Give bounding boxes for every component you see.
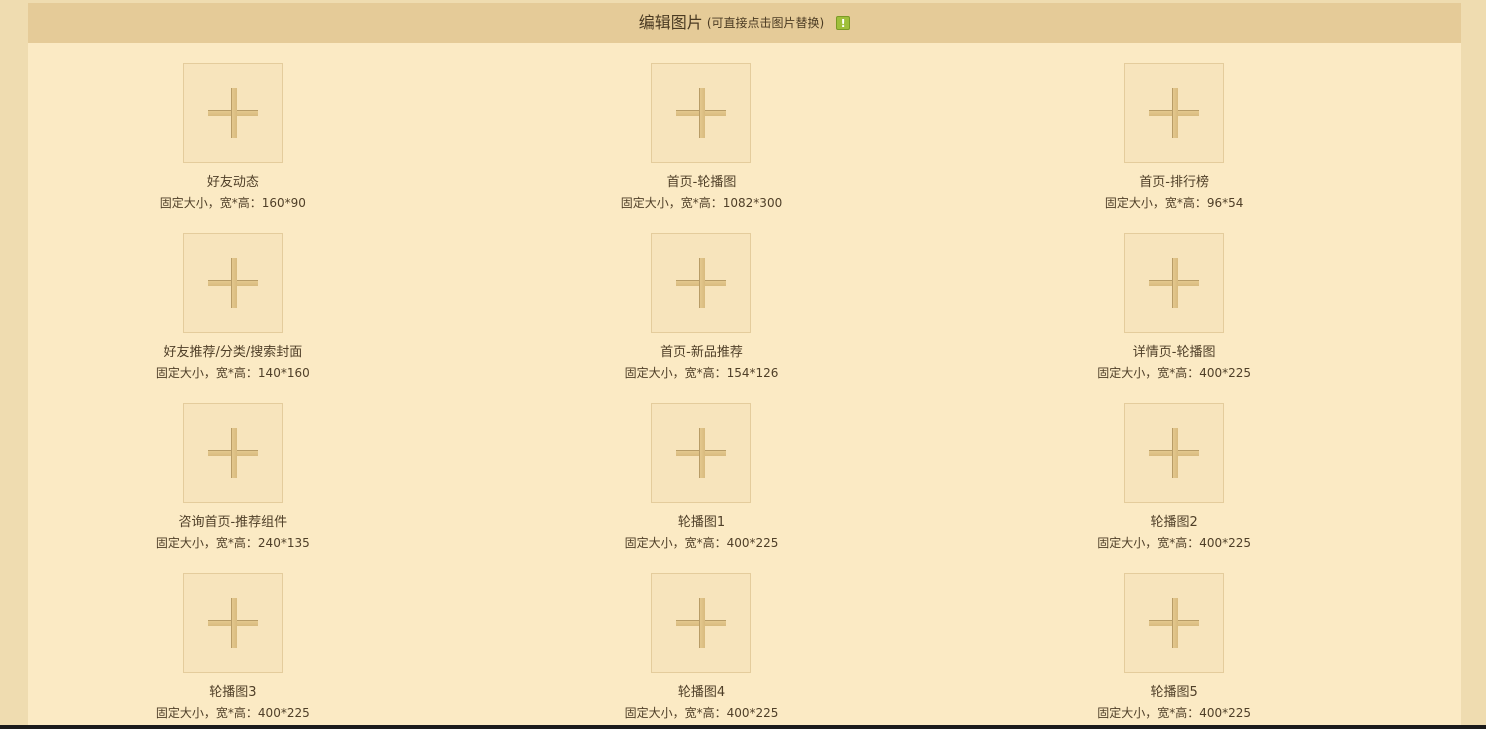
image-card-spec: 固定大小，宽*高：400*225 <box>624 706 779 720</box>
image-card: 轮播图2 固定大小，宽*高：400*225 <box>887 403 1461 573</box>
image-card: 轮播图5 固定大小，宽*高：400*225 <box>887 573 1461 725</box>
plus-icon <box>184 64 282 162</box>
panel-title: 编辑图片 <box>638 13 703 32</box>
plus-icon <box>652 234 750 332</box>
panel-hint: (可直接点击图片替换) <box>706 16 825 30</box>
image-upload-button[interactable] <box>182 573 283 673</box>
image-card: 详情页-轮播图 固定大小，宽*高：400*225 <box>887 233 1461 403</box>
image-card-title: 轮播图4 <box>677 685 726 700</box>
plus-icon <box>1125 64 1223 162</box>
image-card-spec: 固定大小，宽*高：240*135 <box>155 536 310 550</box>
plus-icon <box>1125 404 1223 502</box>
image-upload-button[interactable] <box>182 403 283 503</box>
image-card: 首页-排行榜 固定大小，宽*高：96*54 <box>887 63 1461 233</box>
image-upload-button[interactable] <box>182 233 283 333</box>
image-card-title: 首页-排行榜 <box>1139 175 1209 190</box>
image-upload-button[interactable] <box>1124 63 1225 163</box>
image-card-title: 好友推荐/分类/搜索封面 <box>163 345 303 360</box>
image-upload-button[interactable] <box>1124 233 1225 333</box>
image-upload-button[interactable] <box>1124 573 1225 673</box>
bottom-edge-bar <box>0 725 1486 729</box>
image-upload-button[interactable] <box>651 573 752 673</box>
image-card-title: 轮播图1 <box>677 515 726 530</box>
image-card-spec: 固定大小，宽*高：400*225 <box>624 536 779 550</box>
image-card-spec: 固定大小，宽*高：400*225 <box>1097 706 1252 720</box>
image-card-title: 详情页-轮播图 <box>1132 345 1216 360</box>
plus-icon <box>652 404 750 502</box>
plus-icon <box>652 574 750 672</box>
image-card-title: 咨询首页-推荐组件 <box>178 515 288 530</box>
image-upload-button[interactable] <box>182 63 283 163</box>
image-card-title: 轮播图5 <box>1150 685 1198 700</box>
panel-header: 编辑图片 (可直接点击图片替换) ! <box>28 3 1461 43</box>
image-card-spec: 固定大小，宽*高：400*225 <box>1097 366 1252 380</box>
plus-icon <box>652 64 750 162</box>
image-card-spec: 固定大小，宽*高：140*160 <box>155 366 310 380</box>
image-card-spec: 固定大小，宽*高：160*90 <box>159 196 306 210</box>
image-upload-button[interactable] <box>651 233 752 333</box>
image-upload-button[interactable] <box>1124 403 1225 503</box>
image-card-spec: 固定大小，宽*高：400*225 <box>1097 536 1252 550</box>
image-grid: 好友动态 固定大小，宽*高：160*90 首页-轮播图 固定大小，宽*高：108… <box>28 43 1461 725</box>
image-card-title: 首页-新品推荐 <box>660 345 743 360</box>
image-card-spec: 固定大小，宽*高：96*54 <box>1104 196 1244 210</box>
info-icon[interactable]: ! <box>836 16 851 30</box>
image-upload-button[interactable] <box>651 63 752 163</box>
image-card-spec: 固定大小，宽*高：400*225 <box>155 706 310 720</box>
image-card-title: 首页-轮播图 <box>666 175 737 190</box>
plus-icon <box>1125 234 1223 332</box>
edit-images-panel: 编辑图片 (可直接点击图片替换) ! 好友动态 固定大小，宽*高：160*90 … <box>28 3 1461 725</box>
plus-icon <box>184 234 282 332</box>
image-card-spec: 固定大小，宽*高：1082*300 <box>620 196 783 210</box>
image-upload-button[interactable] <box>651 403 752 503</box>
plus-icon <box>1125 574 1223 672</box>
plus-icon <box>184 404 282 502</box>
plus-icon <box>184 574 282 672</box>
image-card-title: 好友动态 <box>206 175 259 190</box>
image-card-title: 轮播图3 <box>209 685 257 700</box>
image-card-title: 轮播图2 <box>1150 515 1198 530</box>
image-card-spec: 固定大小，宽*高：154*126 <box>624 366 779 380</box>
